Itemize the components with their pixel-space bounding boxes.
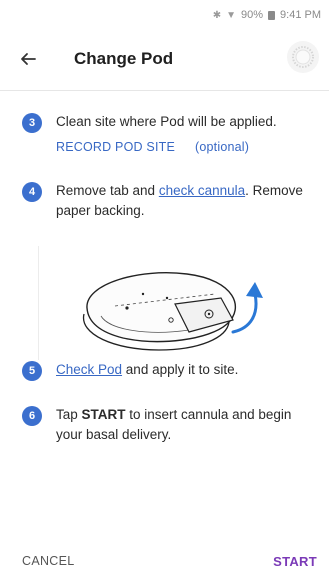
pod-status-button[interactable] bbox=[287, 41, 319, 73]
arrow-left-icon bbox=[21, 53, 36, 65]
pod-tab-removal-illustration bbox=[38, 246, 280, 360]
step-6: 6 Tap START to insert cannula and begin … bbox=[22, 405, 315, 445]
wifi-icon: ▼ bbox=[226, 9, 236, 21]
record-site-row: RECORD POD SITE (optional) bbox=[56, 137, 277, 157]
bluetooth-icon: ✱ bbox=[212, 9, 222, 21]
battery-icon bbox=[268, 10, 276, 20]
step-number-badge: 5 bbox=[22, 361, 42, 381]
app-bar: Change Pod bbox=[0, 30, 329, 88]
step-5: 5 Check Pod and apply it to site. bbox=[22, 360, 315, 381]
step-number-badge: 4 bbox=[22, 182, 42, 202]
back-button[interactable] bbox=[16, 47, 40, 71]
step-body: Tap START to insert cannula and begin yo… bbox=[56, 405, 315, 445]
clock: 9:41 PM bbox=[280, 9, 321, 21]
step-body: Clean site where Pod will be applied. RE… bbox=[56, 112, 277, 157]
step-body: Remove tab and check cannula. Remove pap… bbox=[56, 181, 315, 221]
cancel-button[interactable]: CANCEL bbox=[22, 554, 75, 568]
footer-actions: CANCEL START bbox=[0, 538, 329, 584]
start-button[interactable]: START bbox=[273, 554, 317, 569]
check-pod-link[interactable]: Check Pod bbox=[56, 362, 122, 377]
step-text: Tap bbox=[56, 407, 82, 422]
record-pod-site-button[interactable]: RECORD POD SITE bbox=[56, 137, 175, 157]
optional-label: (optional) bbox=[195, 140, 250, 154]
battery-percent: 90% bbox=[241, 9, 264, 21]
step-text: Remove tab and bbox=[56, 183, 159, 198]
step-3: 3 Clean site where Pod will be applied. … bbox=[22, 112, 315, 157]
start-keyword: START bbox=[81, 407, 126, 422]
pod-illustration-graphic bbox=[82, 272, 263, 351]
step-text: and apply it to site. bbox=[122, 362, 239, 377]
step-number-badge: 3 bbox=[22, 113, 42, 133]
page-title: Change Pod bbox=[74, 49, 174, 68]
header-divider bbox=[0, 90, 329, 91]
step-number-badge: 6 bbox=[22, 406, 42, 426]
step-text: Clean site where Pod will be applied. bbox=[56, 114, 277, 129]
step-body: Check Pod and apply it to site. bbox=[56, 360, 238, 381]
status-bar: ✱ ▼ 90% 9:41 PM bbox=[0, 0, 329, 30]
pod-status-icon bbox=[292, 46, 314, 68]
check-cannula-link[interactable]: check cannula bbox=[159, 183, 245, 198]
step-4: 4 Remove tab and check cannula. Remove p… bbox=[22, 181, 315, 221]
